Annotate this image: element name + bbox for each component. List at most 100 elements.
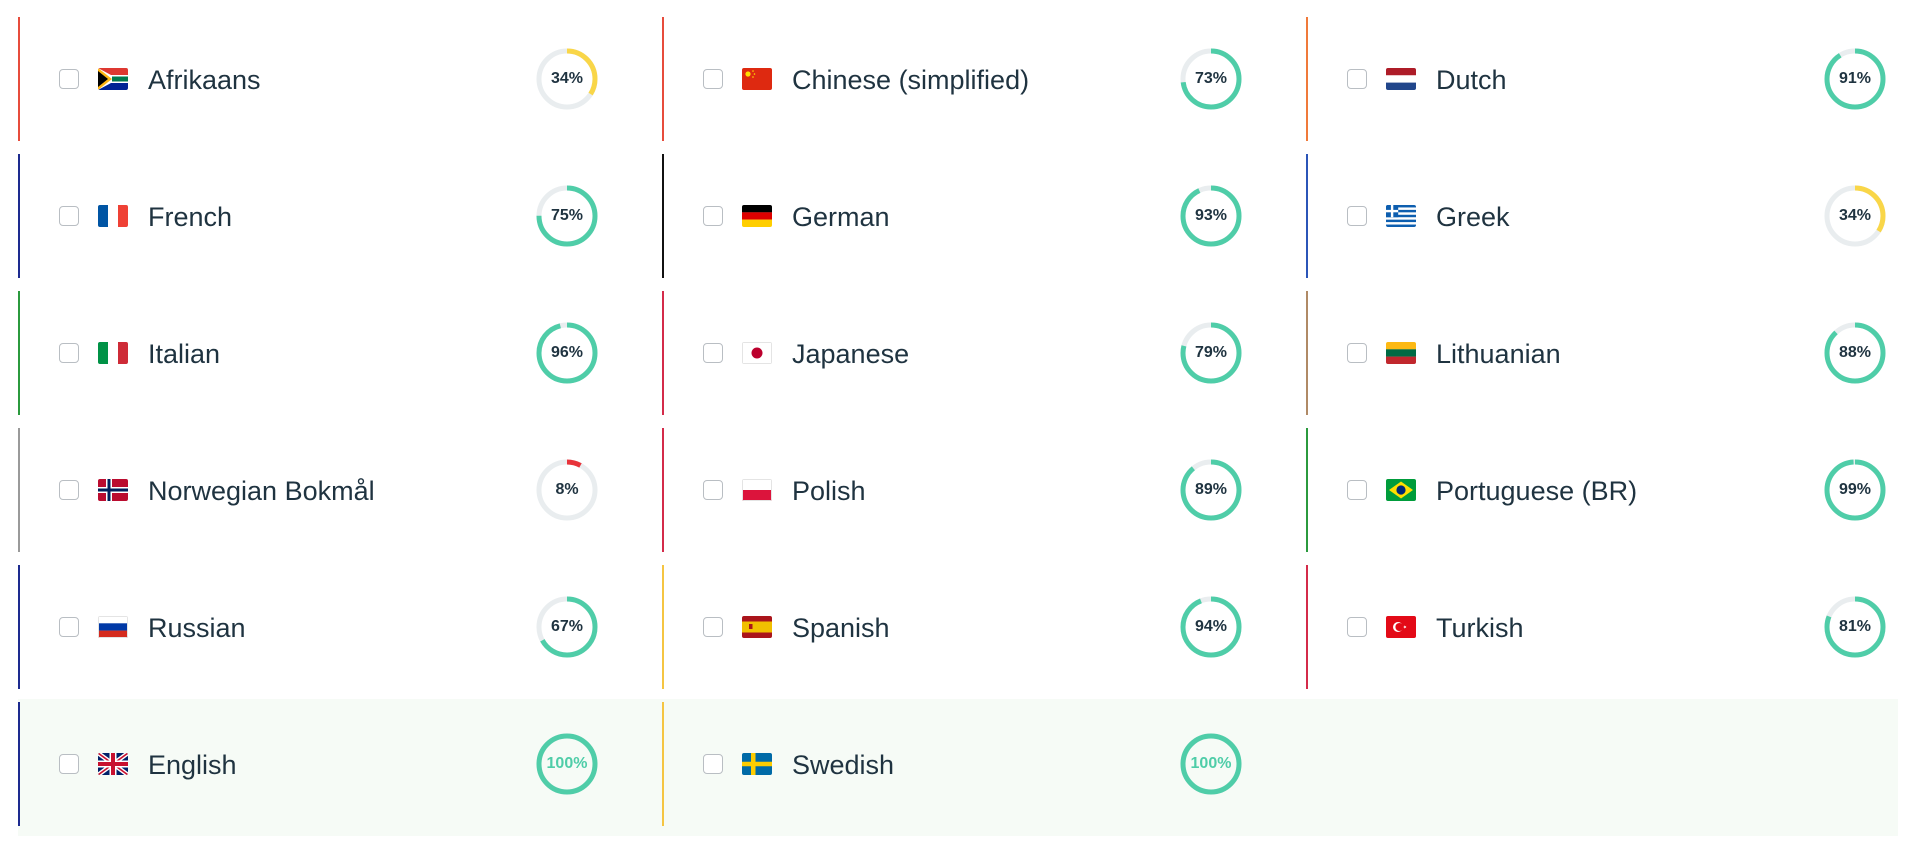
select-checkbox[interactable] bbox=[59, 617, 79, 637]
progress-percent: 96% bbox=[550, 344, 584, 361]
select-checkbox[interactable] bbox=[1347, 617, 1367, 637]
progress-percent: 88% bbox=[1838, 344, 1872, 361]
italy-flag-icon bbox=[98, 342, 128, 364]
accent-bar bbox=[1306, 17, 1308, 141]
language-name[interactable]: Chinese (simplified) bbox=[792, 65, 1029, 96]
language-item-russian[interactable]: Russian 67% bbox=[18, 565, 638, 689]
language-name[interactable]: Spanish bbox=[792, 613, 890, 644]
progress-ring: 75% bbox=[534, 183, 600, 249]
language-name[interactable]: Russian bbox=[148, 613, 246, 644]
select-checkbox[interactable] bbox=[1347, 480, 1367, 500]
accent-bar bbox=[662, 565, 664, 689]
select-checkbox[interactable] bbox=[703, 206, 723, 226]
language-item-norwegian-bokm-l[interactable]: Norwegian Bokmål 8% bbox=[18, 428, 638, 552]
language-name[interactable]: Polish bbox=[792, 476, 866, 507]
spain-flag-icon bbox=[742, 616, 772, 638]
norway-flag-icon bbox=[98, 479, 128, 501]
select-checkbox[interactable] bbox=[1347, 206, 1367, 226]
select-checkbox[interactable] bbox=[703, 69, 723, 89]
language-item-italian[interactable]: Italian 96% bbox=[18, 291, 638, 415]
language-row: French 75% German 93% Greek 34% bbox=[18, 151, 1898, 288]
language-grid: Afrikaans 34% Chinese (simplified) 73% Dutch… bbox=[18, 14, 1898, 836]
progress-ring: 34% bbox=[534, 46, 600, 112]
progress-ring: 93% bbox=[1178, 183, 1244, 249]
progress-ring: 99% bbox=[1822, 457, 1888, 523]
progress-percent: 75% bbox=[550, 207, 584, 224]
language-item-portuguese-br[interactable]: Portuguese (BR) 99% bbox=[1306, 428, 1910, 552]
language-item-japanese[interactable]: Japanese 79% bbox=[662, 291, 1282, 415]
select-checkbox[interactable] bbox=[59, 69, 79, 89]
progress-ring: 89% bbox=[1178, 457, 1244, 523]
language-item-polish[interactable]: Polish 89% bbox=[662, 428, 1282, 552]
language-name[interactable]: Japanese bbox=[792, 339, 909, 370]
united-kingdom-flag-icon bbox=[98, 753, 128, 775]
language-name[interactable]: Afrikaans bbox=[148, 65, 261, 96]
progress-ring: 81% bbox=[1822, 594, 1888, 660]
sweden-flag-icon bbox=[742, 753, 772, 775]
south-africa-flag-icon bbox=[98, 68, 128, 90]
select-checkbox[interactable] bbox=[703, 754, 723, 774]
language-item-turkish[interactable]: Turkish 81% bbox=[1306, 565, 1910, 689]
language-item-chinese-simplified[interactable]: Chinese (simplified) 73% bbox=[662, 17, 1282, 141]
accent-bar bbox=[662, 291, 664, 415]
progress-percent: 100% bbox=[546, 755, 588, 772]
progress-ring: 79% bbox=[1178, 320, 1244, 386]
language-item-spanish[interactable]: Spanish 94% bbox=[662, 565, 1282, 689]
language-item-greek[interactable]: Greek 34% bbox=[1306, 154, 1910, 278]
accent-bar bbox=[1306, 154, 1308, 278]
language-item-french[interactable]: French 75% bbox=[18, 154, 638, 278]
progress-ring: 73% bbox=[1178, 46, 1244, 112]
language-name[interactable]: English bbox=[148, 750, 237, 781]
select-checkbox[interactable] bbox=[703, 343, 723, 363]
progress-percent: 67% bbox=[550, 618, 584, 635]
language-name[interactable]: Greek bbox=[1436, 202, 1510, 233]
progress-percent: 79% bbox=[1194, 344, 1228, 361]
accent-bar bbox=[662, 428, 664, 552]
progress-percent: 8% bbox=[555, 481, 579, 498]
language-item-swedish[interactable]: Swedish 100% bbox=[662, 702, 1282, 826]
language-row: English 100% Swedish 100% bbox=[18, 699, 1898, 836]
language-name[interactable]: Portuguese (BR) bbox=[1436, 476, 1637, 507]
language-name[interactable]: Norwegian Bokmål bbox=[148, 476, 375, 507]
progress-percent: 99% bbox=[1838, 481, 1872, 498]
germany-flag-icon bbox=[742, 205, 772, 227]
language-item-dutch[interactable]: Dutch 91% bbox=[1306, 17, 1910, 141]
select-checkbox[interactable] bbox=[703, 480, 723, 500]
accent-bar bbox=[662, 154, 664, 278]
language-item-german[interactable]: German 93% bbox=[662, 154, 1282, 278]
accent-bar bbox=[18, 428, 20, 552]
language-name[interactable]: German bbox=[792, 202, 890, 233]
language-name[interactable]: French bbox=[148, 202, 232, 233]
language-name[interactable]: Italian bbox=[148, 339, 220, 370]
progress-ring: 96% bbox=[534, 320, 600, 386]
accent-bar bbox=[1306, 291, 1308, 415]
brazil-flag-icon bbox=[1386, 479, 1416, 501]
language-name[interactable]: Lithuanian bbox=[1436, 339, 1561, 370]
progress-ring: 88% bbox=[1822, 320, 1888, 386]
netherlands-flag-icon bbox=[1386, 68, 1416, 90]
accent-bar bbox=[18, 702, 20, 826]
select-checkbox[interactable] bbox=[59, 343, 79, 363]
select-checkbox[interactable] bbox=[59, 206, 79, 226]
select-checkbox[interactable] bbox=[59, 754, 79, 774]
language-row: Russian 67% Spanish 94% Turkish 81% bbox=[18, 562, 1898, 699]
accent-bar bbox=[662, 702, 664, 826]
select-checkbox[interactable] bbox=[59, 480, 79, 500]
greece-flag-icon bbox=[1386, 205, 1416, 227]
language-item-afrikaans[interactable]: Afrikaans 34% bbox=[18, 17, 638, 141]
china-flag-icon bbox=[742, 68, 772, 90]
select-checkbox[interactable] bbox=[1347, 69, 1367, 89]
language-item-english[interactable]: English 100% bbox=[18, 702, 638, 826]
language-name[interactable]: Dutch bbox=[1436, 65, 1507, 96]
progress-percent: 81% bbox=[1838, 618, 1872, 635]
language-name[interactable]: Swedish bbox=[792, 750, 894, 781]
progress-ring: 8% bbox=[534, 457, 600, 523]
select-checkbox[interactable] bbox=[703, 617, 723, 637]
select-checkbox[interactable] bbox=[1347, 343, 1367, 363]
progress-percent: 94% bbox=[1194, 618, 1228, 635]
accent-bar bbox=[1306, 565, 1308, 689]
language-item-lithuanian[interactable]: Lithuanian 88% bbox=[1306, 291, 1910, 415]
progress-percent: 91% bbox=[1838, 70, 1872, 87]
language-name[interactable]: Turkish bbox=[1436, 613, 1524, 644]
progress-ring: 34% bbox=[1822, 183, 1888, 249]
